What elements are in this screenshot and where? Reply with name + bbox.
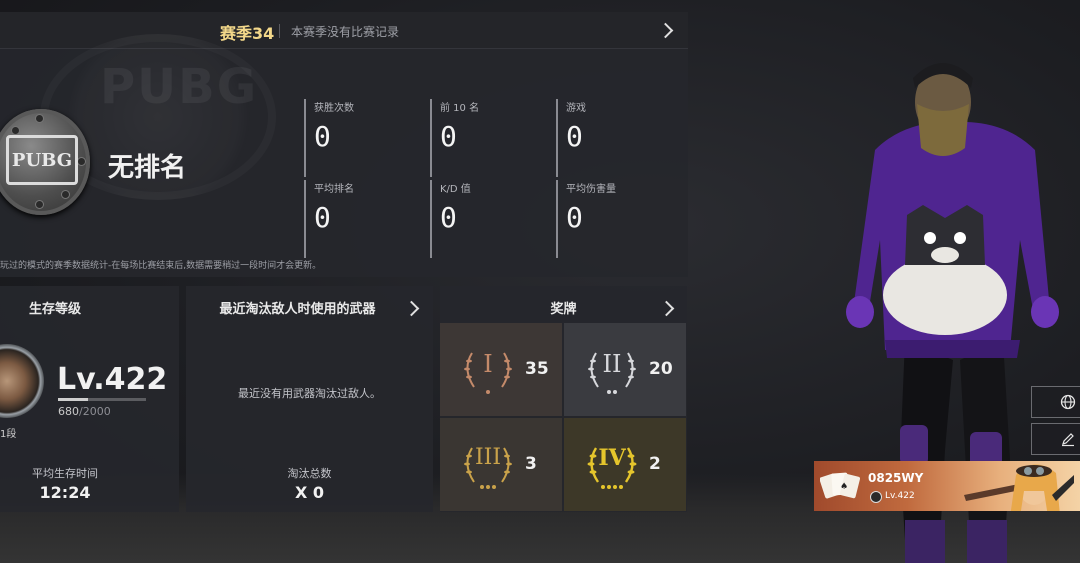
medal-numeral: IV: [598, 445, 626, 471]
pubg-watermark-text: PUBG: [100, 59, 259, 115]
weapons-empty-text: 最近没有用武器淘汰过敌人。: [238, 387, 381, 400]
medal-tier-4[interactable]: IV 2: [564, 418, 686, 511]
chevron-right-icon[interactable]: [657, 22, 674, 39]
rivet-icon: [36, 115, 43, 122]
player-level: Lv.422: [885, 491, 915, 501]
level-ring-icon: [0, 344, 44, 418]
stat-avg-damage: 平均伤害量 0: [556, 180, 666, 258]
xp-text: 680/2000: [58, 405, 111, 418]
level-badge-icon: [870, 491, 882, 503]
medal-count: 20: [649, 359, 673, 379]
stat-avg-rank: 平均排名 0: [304, 180, 414, 258]
stat-value: 0: [314, 201, 331, 234]
medal-numeral: III: [474, 445, 502, 470]
header-divider: [279, 24, 280, 38]
svg-text:♠: ♠: [840, 482, 848, 492]
xp-current: 680: [58, 405, 79, 418]
medal-tier-3[interactable]: III 3: [440, 418, 562, 511]
stat-value: 0: [440, 120, 457, 153]
medal-numeral: I: [483, 350, 493, 378]
xp-total: /2000: [79, 405, 111, 418]
level-number: Lv.422: [57, 362, 168, 397]
avg-survival-value: 12:24: [39, 483, 91, 502]
total-kills-label: 淘汰总数: [287, 467, 332, 480]
stat-label: 前 10 名: [440, 103, 480, 114]
season-stats-panel: PUBG PUBG 无排名 获胜次数 0 前 10 名 0 游戏 0 平均排名 …: [0, 34, 688, 277]
survival-level-card[interactable]: 生存等级 Lv.422 680/2000 1段 平均生存时间 12:24: [0, 286, 179, 512]
stat-value: 0: [566, 201, 583, 234]
nameplate-character-art: [964, 464, 1074, 511]
medal-numeral: II: [602, 350, 622, 378]
season-title: 赛季34: [220, 24, 275, 43]
medal-count: 2: [649, 454, 661, 474]
pencil-icon: [1062, 433, 1074, 447]
rivet-icon: [62, 191, 69, 198]
medal-tier-1[interactable]: I 35: [440, 323, 562, 416]
xp-progress-bar: [58, 398, 146, 401]
stat-label: 游戏: [566, 103, 586, 114]
rank-badge-icon: PUBG: [0, 109, 90, 215]
total-kills-value: X 0: [294, 483, 325, 502]
stat-value: 0: [566, 120, 583, 153]
recent-weapons-card[interactable]: 最近淘汰敌人时使用的武器 最近没有用武器淘汰过敌人。 淘汰总数 X 0: [186, 286, 433, 512]
playing-cards-icon: ♠: [820, 472, 860, 499]
stat-value: 0: [440, 201, 457, 234]
player-nameplate[interactable]: ♠ 0825WY Lv.422: [814, 461, 1080, 511]
stat-games: 游戏 0: [556, 99, 666, 177]
player-name: 0825WY: [868, 471, 924, 485]
card-title: 奖牌: [550, 302, 577, 317]
card-title: 生存等级: [28, 302, 81, 317]
season-footnote: 玩过的模式的赛季数据统计-在每场比赛结束后,数据需要稍过一段时间才会更新。: [0, 261, 322, 271]
card-title: 最近淘汰敌人时使用的武器: [219, 302, 376, 317]
season-note: 本赛季没有比赛记录: [291, 25, 400, 39]
rank-badge-label: PUBG: [6, 135, 78, 185]
stat-top10: 前 10 名 0: [430, 99, 540, 177]
stat-wins: 获胜次数 0: [304, 99, 414, 177]
medal-count: 3: [525, 454, 537, 474]
tier-label: 1段: [0, 429, 17, 440]
rivet-icon: [12, 127, 19, 134]
language-button[interactable]: [1031, 386, 1080, 418]
edit-button[interactable]: [1031, 423, 1080, 455]
rivet-icon: [36, 201, 43, 208]
medals-card[interactable]: 奖牌 I 35 II 20 III 3 IV 2: [440, 286, 687, 512]
stat-label: K/D 值: [440, 184, 471, 195]
stat-value: 0: [314, 120, 331, 153]
xp-progress-fill: [58, 398, 88, 401]
medal-count: 35: [525, 359, 549, 379]
stat-label: 平均伤害量: [566, 184, 616, 195]
rivet-icon: [78, 158, 85, 165]
globe-icon: [1060, 394, 1076, 410]
stat-kd: K/D 值 0: [430, 180, 540, 258]
rank-name: 无排名: [108, 153, 187, 183]
level-emblem: [0, 344, 48, 418]
avg-survival-label: 平均生存时间: [32, 467, 98, 480]
stat-label: 平均排名: [314, 184, 354, 195]
medal-tier-2[interactable]: II 20: [564, 323, 686, 416]
stat-label: 获胜次数: [314, 103, 354, 114]
